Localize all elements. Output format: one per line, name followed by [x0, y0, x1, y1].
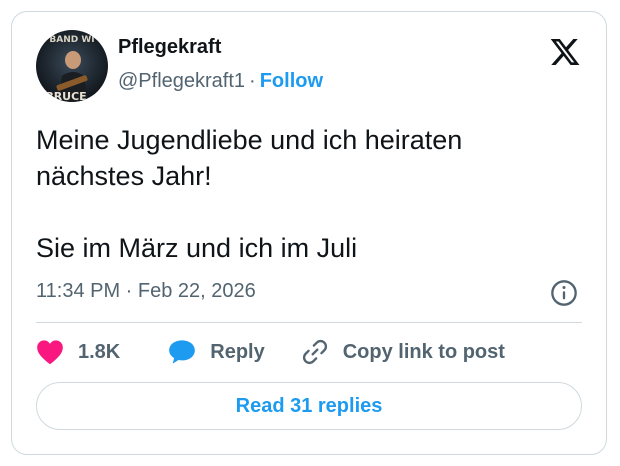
tweet-card: BAND WI BRUCE Pflegekraft @Pflegekraft1 ·… [11, 11, 607, 455]
like-count: 1.8K [78, 340, 121, 363]
reply-label: Reply [210, 340, 265, 363]
x-logo-icon[interactable] [548, 36, 582, 68]
separator-dot: · [249, 70, 256, 92]
avatar[interactable]: BAND WI BRUCE [36, 30, 108, 102]
copy-link-label: Copy link to post [342, 340, 505, 363]
author-handle[interactable]: @Pflegekraft1 [118, 70, 245, 92]
action-bar: 1.8K Reply Copy link to post [36, 336, 505, 368]
avatar-image: BAND WI BRUCE [36, 30, 108, 102]
tweet-text-line: Sie im März und ich im Juli [36, 233, 358, 263]
avatar-text-top: BAND WI [49, 35, 94, 45]
tweet-text-line: Meine Jugendliebe und ich heiraten [36, 125, 463, 155]
read-replies-button[interactable]: Read 31 replies [36, 382, 582, 430]
author-display-name[interactable]: Pflegekraft [118, 36, 221, 59]
follow-link[interactable]: Follow [260, 70, 323, 92]
author-handle-row: @Pflegekraft1 · Follow [118, 70, 323, 93]
tweet-timestamp[interactable]: 11:34 PM · Feb 22, 2026 [36, 280, 256, 303]
tweet-text-line: nächstes Jahr! [36, 161, 212, 191]
divider [36, 322, 582, 323]
info-icon[interactable] [550, 279, 578, 307]
avatar-text-bottom: BRUCE [45, 90, 86, 102]
reply-bubble-icon [169, 340, 196, 364]
link-icon [302, 339, 327, 365]
reply-button[interactable]: Reply [168, 339, 265, 365]
copy-link-button[interactable]: Copy link to post [301, 338, 505, 366]
tweet-text: Meine Jugendliebe und ich heiraten nächs… [36, 122, 576, 266]
heart-icon [37, 340, 63, 365]
like-button[interactable]: 1.8K [36, 339, 120, 365]
